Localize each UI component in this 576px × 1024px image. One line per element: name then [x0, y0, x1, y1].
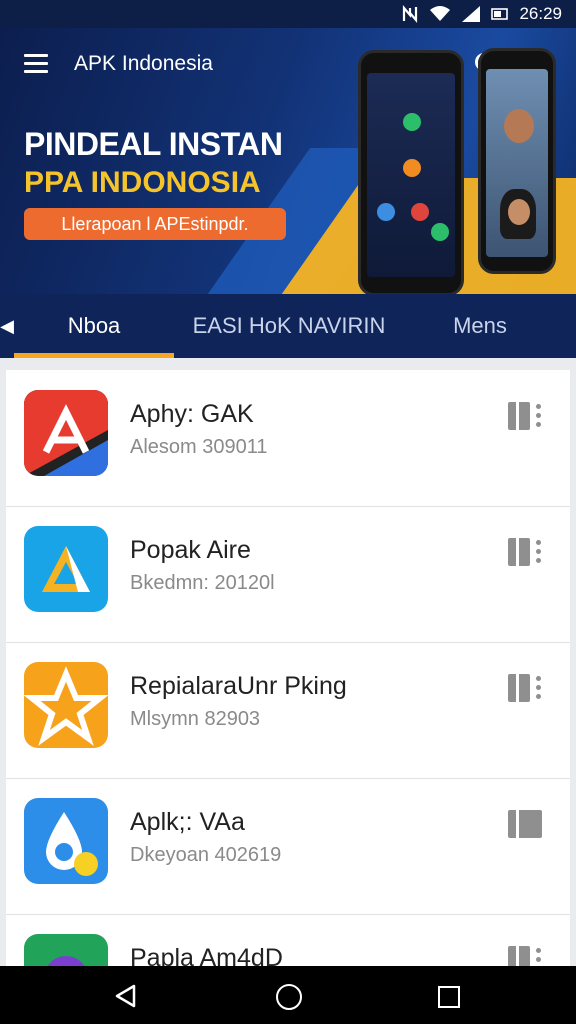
signal-icon [461, 5, 481, 23]
tab-scroll-left-icon[interactable]: ◀ [0, 294, 14, 358]
battery-icon [491, 5, 509, 23]
hero-cta-button[interactable]: Llerapoan l APEstinpdr. [24, 208, 286, 240]
tab-bar: ◀ Nboa EASI HoK NAVIRIN Mens [0, 294, 576, 358]
hero-headline-line1: PINDEAL INSTAN [24, 126, 283, 162]
app-subtitle: Alesom 309011 [130, 436, 268, 458]
tab-mens[interactable]: Mens [420, 294, 540, 358]
nfc-icon [401, 5, 419, 23]
system-nav-bar [0, 966, 576, 1024]
bookmark-menu-icon[interactable] [508, 810, 542, 840]
list-item[interactable]: Aphy: GAK Alesom 309011 [6, 370, 570, 507]
recents-icon[interactable] [438, 986, 460, 1008]
list-item[interactable]: RepialaraUnr Pking Mlsymn 82903 [6, 642, 570, 779]
green-circle-logo-icon [24, 934, 108, 966]
bookmark-menu-icon[interactable] [508, 674, 542, 704]
phone-illustration [358, 50, 464, 294]
tab-nboa[interactable]: Nboa [14, 294, 174, 358]
orange-star-logo-icon [24, 662, 108, 748]
bookmark-menu-icon[interactable] [508, 402, 542, 432]
status-bar: 26:29 [0, 0, 576, 28]
app-subtitle: Dkeyoan 402619 [130, 844, 282, 866]
header-banner: APK Indonesia PINDEAL INSTAN PPA INDONOS… [0, 28, 576, 294]
list-item[interactable]: Aplk;: VAa Dkeyoan 402619 [6, 778, 570, 915]
home-icon[interactable] [276, 984, 302, 1010]
bookmark-menu-icon[interactable] [508, 946, 542, 966]
blue-triangle-logo-icon [24, 526, 108, 612]
back-icon[interactable] [114, 984, 138, 1013]
app-list: Aphy: GAK Alesom 309011 Popak Aire Bkedm… [6, 370, 570, 966]
status-time: 26:29 [519, 4, 562, 23]
red-a-logo-icon [24, 390, 108, 476]
app-title: APK Indonesia [74, 52, 213, 75]
hero-headline-line2: PPA INDONOSIA [24, 166, 261, 199]
app-subtitle: Bkedmn: 20120l [130, 572, 275, 594]
wifi-icon [429, 5, 451, 23]
app-name: Popak Aire [130, 536, 251, 564]
list-item[interactable]: Popak Aire Bkedmn: 20120l [6, 506, 570, 643]
app-name: Papla Am4dD [130, 944, 283, 966]
hamburger-icon[interactable] [24, 54, 48, 74]
tab-easi-hok-navirin[interactable]: EASI HoK NAVIRIN [176, 294, 402, 358]
list-item[interactable]: Papla Am4dD [6, 914, 570, 966]
app-name: RepialaraUnr Pking [130, 672, 347, 700]
app-subtitle: Mlsymn 82903 [130, 708, 261, 730]
blue-drop-logo-icon [24, 798, 108, 884]
phone-photo-illustration [478, 48, 556, 274]
app-name: Aphy: GAK [130, 400, 254, 428]
bookmark-menu-icon[interactable] [508, 538, 542, 568]
app-name: Aplk;: VAa [130, 808, 245, 836]
